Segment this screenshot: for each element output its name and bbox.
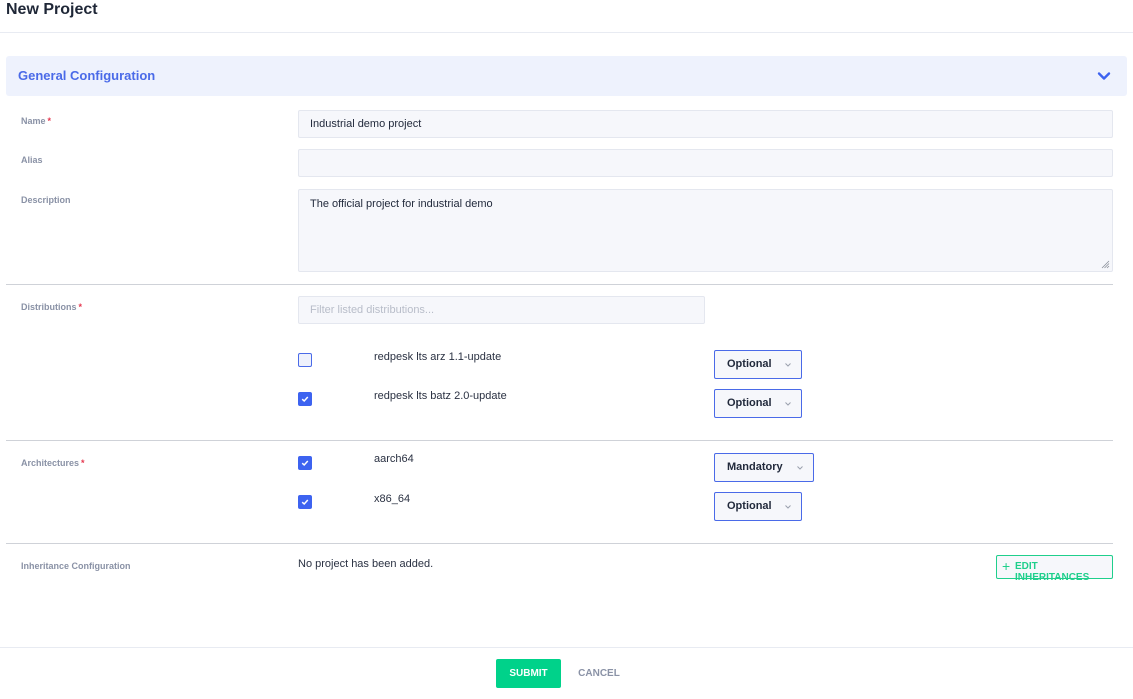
distribution-mode-select[interactable]: Optional <box>714 389 802 418</box>
architecture-checkbox-x86_64[interactable] <box>298 495 312 509</box>
distributions-label: Distributions * <box>21 302 82 312</box>
architectures-label-text: Architectures <box>21 458 80 468</box>
inheritance-label: Inheritance Configuration <box>21 561 131 571</box>
distribution-name: redpesk lts arz 1.1-update <box>374 351 502 363</box>
plus-icon: + <box>1002 558 1011 574</box>
chevron-down-icon <box>785 402 791 406</box>
divider <box>6 440 1113 441</box>
architecture-name: x86_64 <box>374 493 411 505</box>
description-textarea[interactable]: The official project for industrial demo <box>298 189 1113 272</box>
name-input-value: Industrial demo project <box>310 118 422 130</box>
edit-inheritances-button[interactable]: + EDIT INHERITANCES <box>996 555 1113 583</box>
chevron-down-icon <box>785 363 791 367</box>
checkmark-icon <box>301 396 309 403</box>
name-input[interactable]: Industrial demo project <box>298 110 1113 138</box>
page-header: New Project <box>0 0 1133 33</box>
distribution-checkbox-batz[interactable] <box>298 392 312 406</box>
distribution-checkbox-arz[interactable] <box>298 353 312 367</box>
filter-placeholder: Filter listed distributions... <box>310 304 435 316</box>
architecture-mode-select[interactable]: Optional <box>714 492 802 521</box>
page-title: New Project <box>6 1 98 18</box>
architecture-name: aarch64 <box>374 453 414 465</box>
name-label: Name * <box>21 116 51 126</box>
inheritance-empty-text: No project has been added. <box>298 558 434 570</box>
distribution-mode-select[interactable]: Optional <box>714 350 802 379</box>
general-configuration-header[interactable]: General Configuration <box>6 56 1127 96</box>
description-label: Description <box>21 195 71 205</box>
select-value: Optional <box>727 397 772 409</box>
select-value: Mandatory <box>727 461 783 473</box>
architectures-label: Architectures * <box>21 458 85 468</box>
checkmark-icon <box>301 499 309 506</box>
required-mark: * <box>78 302 83 312</box>
cancel-button[interactable]: CANCEL <box>571 659 627 688</box>
chevron-down-icon <box>797 466 803 470</box>
distributions-label-text: Distributions <box>21 302 77 312</box>
name-label-text: Name <box>21 116 46 126</box>
alias-label: Alias <box>21 155 43 165</box>
checkmark-icon <box>301 460 309 467</box>
form-footer <box>0 647 1133 699</box>
alias-input[interactable] <box>298 149 1113 177</box>
submit-button[interactable]: SUBMIT <box>496 659 561 688</box>
divider <box>6 284 1113 285</box>
distribution-name: redpesk lts batz 2.0-update <box>374 390 507 402</box>
section-title: General Configuration <box>18 68 156 83</box>
select-value: Optional <box>727 500 772 512</box>
edit-inheritances-label: EDIT INHERITANCES <box>1015 561 1090 583</box>
divider <box>6 543 1113 544</box>
architecture-mode-select[interactable]: Mandatory <box>714 453 814 482</box>
architecture-checkbox-aarch64[interactable] <box>298 456 312 470</box>
resize-handle-icon[interactable] <box>1101 260 1110 269</box>
chevron-down-icon <box>785 505 791 509</box>
required-mark: * <box>47 116 52 126</box>
chevron-down-icon[interactable] <box>1097 69 1111 83</box>
required-mark: * <box>81 458 85 468</box>
distributions-filter-input[interactable]: Filter listed distributions... <box>298 296 705 324</box>
description-value: The official project for industrial demo <box>310 198 493 210</box>
select-value: Optional <box>727 358 772 370</box>
